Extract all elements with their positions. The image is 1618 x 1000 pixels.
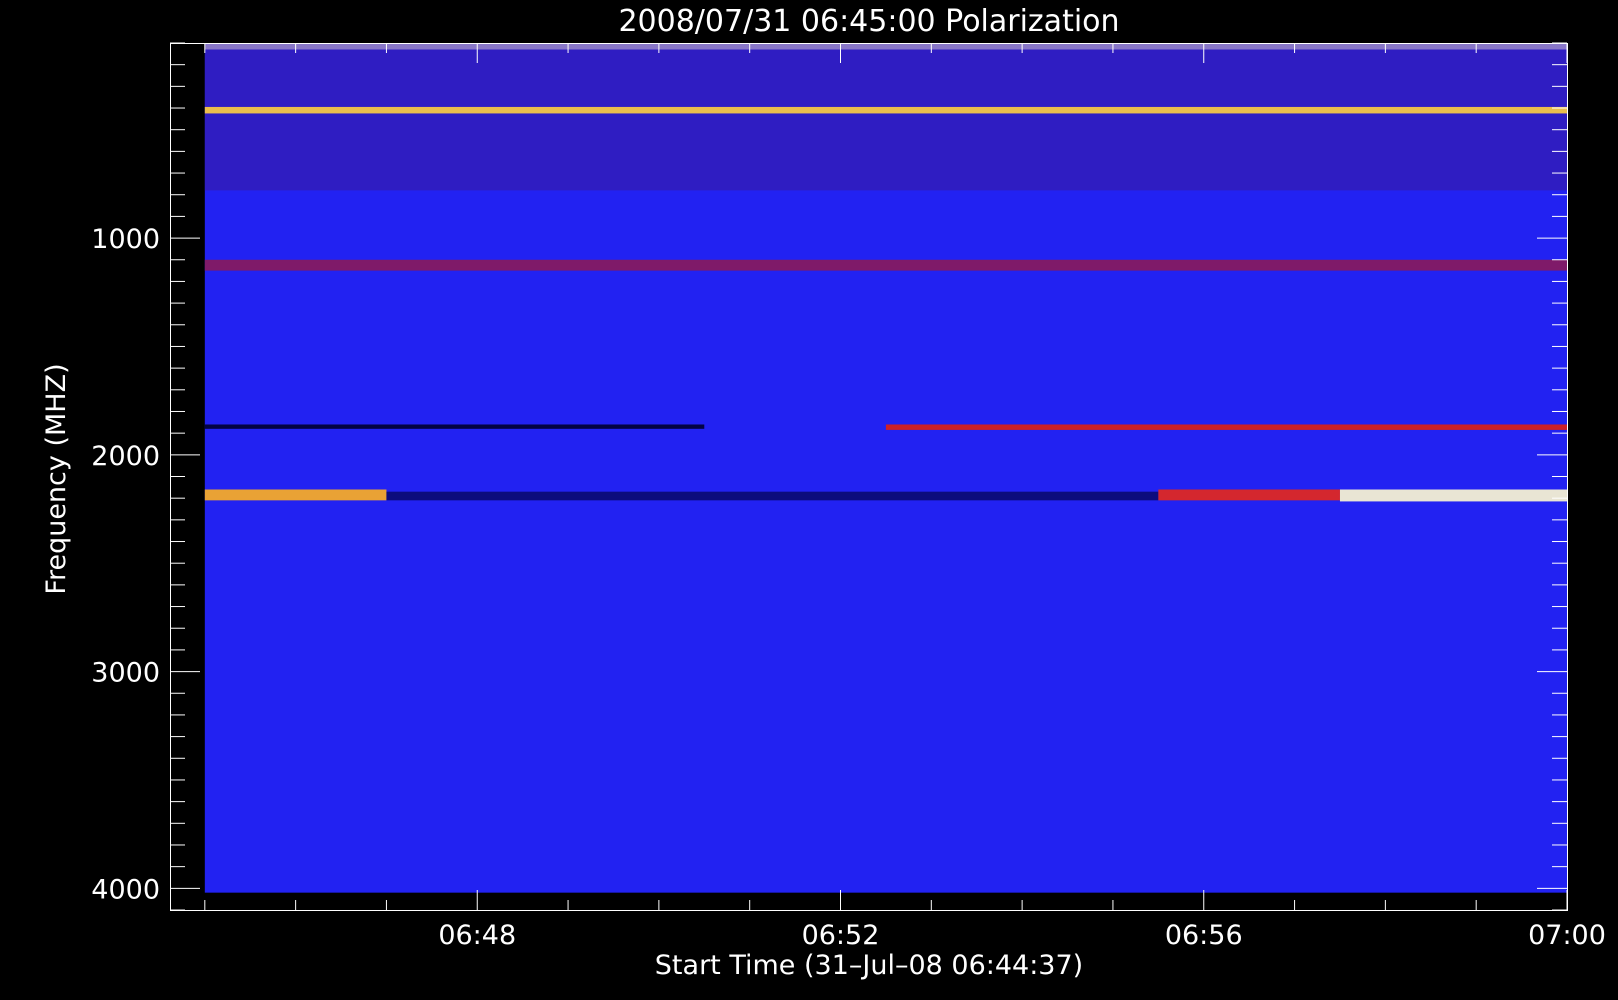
- chart: 1000 2000 3000 4000 06:48 06:52 06:56 07:00 200…: [0, 0, 1618, 1000]
- y-tick-label: 3000: [91, 658, 160, 689]
- y-tick-label: 2000: [91, 441, 160, 472]
- x-tick-label: 06:52: [802, 920, 880, 951]
- heatmap-feature-6: [204, 489, 387, 501]
- heatmap-feature-5: [885, 424, 1567, 430]
- heatmap-layer: [204, 43, 1567, 893]
- heatmap-feature-2: [204, 106, 1567, 114]
- y-axis-label: Frequency (MHZ): [41, 363, 72, 594]
- y-tick-label: 4000: [91, 874, 160, 905]
- heatmap-feature-9: [1339, 489, 1567, 502]
- x-tick-label: 06:48: [438, 920, 516, 951]
- heatmap-feature-3: [204, 259, 1567, 271]
- x-axis-label: Start Time (31–Jul–08 06:44:37): [655, 950, 1083, 981]
- x-tick-label: 06:56: [1165, 920, 1243, 951]
- heatmap-feature-1: [204, 43, 1567, 191]
- heatmap-feature-8: [1158, 489, 1340, 501]
- heatmap-feature-7: [386, 491, 1159, 501]
- heatmap-feature-4: [204, 424, 705, 429]
- y-tick-label: 1000: [91, 224, 160, 255]
- x-tick-label: 07:00: [1528, 920, 1606, 951]
- chart-title: 2008/07/31 06:45:00 Polarization: [618, 4, 1119, 39]
